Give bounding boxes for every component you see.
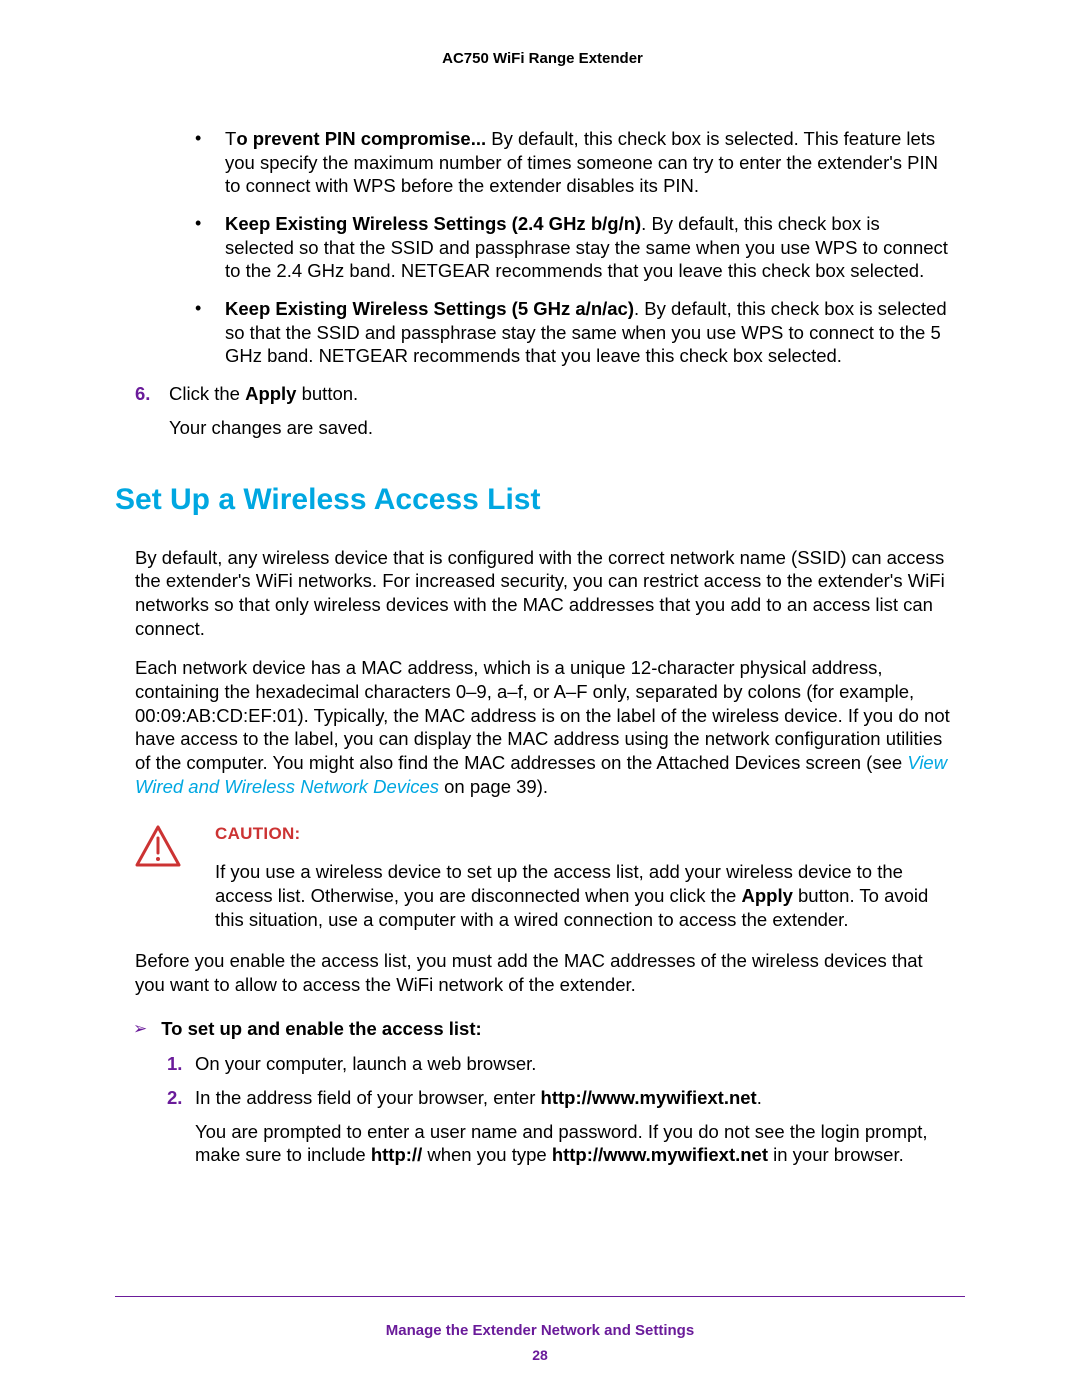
step-text: On your computer, launch a web browser. (195, 1052, 950, 1076)
intro-paragraph-1: By default, any wireless device that is … (135, 546, 950, 641)
footer-rule (115, 1296, 965, 1297)
procedure-heading: ➢ To set up and enable the access list: (133, 1017, 950, 1041)
follow-b2: http://www.mywifiext.net (552, 1144, 768, 1165)
procedure-steps: 1. On your computer, launch a web browse… (167, 1052, 950, 1109)
step-post: button. (296, 383, 358, 404)
bullet-item: To prevent PIN compromise... By default,… (195, 127, 950, 198)
step-number: 6. (135, 382, 169, 406)
step-number: 2. (167, 1086, 195, 1110)
caution-bold: Apply (741, 885, 792, 906)
step-follow: Your changes are saved. (169, 416, 950, 440)
procedure-step: 1. On your computer, launch a web browse… (167, 1052, 950, 1076)
bullet-item: Keep Existing Wireless Settings (2.4 GHz… (195, 212, 950, 283)
caution-label: CAUTION: (215, 823, 950, 845)
caution-block: CAUTION: If you use a wireless device to… (135, 823, 950, 932)
running-header: AC750 WiFi Range Extender (135, 50, 950, 67)
procedure-title: To set up and enable the access list: (161, 1017, 481, 1041)
step-pre: Click the (169, 383, 245, 404)
follow-b1: http:// (371, 1144, 422, 1165)
bullet-lead: Keep Existing Wireless Settings (5 GHz a… (225, 298, 634, 319)
step-post: . (757, 1087, 762, 1108)
body-content: To prevent PIN compromise... By default,… (135, 127, 950, 1167)
bullet-lead: Keep Existing Wireless Settings (2.4 GHz… (225, 213, 641, 234)
procedure-follow: You are prompted to enter a user name an… (195, 1120, 950, 1167)
intro2-pre: Each network device has a MAC address, w… (135, 657, 950, 773)
follow-post: in your browser. (768, 1144, 904, 1165)
bullet-prefix: T (225, 128, 236, 149)
caution-body: If you use a wireless device to set up t… (215, 860, 950, 931)
step-text: In the address field of your browser, en… (195, 1086, 950, 1110)
bullet-item: Keep Existing Wireless Settings (5 GHz a… (195, 297, 950, 368)
caution-text: CAUTION: If you use a wireless device to… (205, 823, 950, 932)
step-bold: http://www.mywifiext.net (541, 1087, 757, 1108)
procedure-arrow-icon: ➢ (133, 1018, 147, 1040)
step-bold: Apply (245, 383, 296, 404)
footer-chapter: Manage the Extender Network and Settings (0, 1322, 1080, 1339)
step-6: 6. Click the Apply button. (135, 382, 950, 406)
step-text: Click the Apply button. (169, 382, 950, 406)
bullet-lead: o prevent PIN compromise... (236, 128, 486, 149)
follow-mid: when you type (422, 1144, 552, 1165)
step-number: 1. (167, 1052, 195, 1076)
pre-enable-paragraph: Before you enable the access list, you m… (135, 949, 950, 996)
section-heading: Set Up a Wireless Access List (115, 481, 950, 519)
intro2-post: on page 39). (439, 776, 548, 797)
intro-paragraph-2: Each network device has a MAC address, w… (135, 656, 950, 798)
procedure-step: 2. In the address field of your browser,… (167, 1086, 950, 1110)
document-page: AC750 WiFi Range Extender To prevent PIN… (0, 0, 1080, 1397)
footer-page-number: 28 (0, 1347, 1080, 1363)
step-pre: In the address field of your browser, en… (195, 1087, 541, 1108)
bullet-list: To prevent PIN compromise... By default,… (195, 127, 950, 368)
caution-icon (135, 823, 205, 932)
